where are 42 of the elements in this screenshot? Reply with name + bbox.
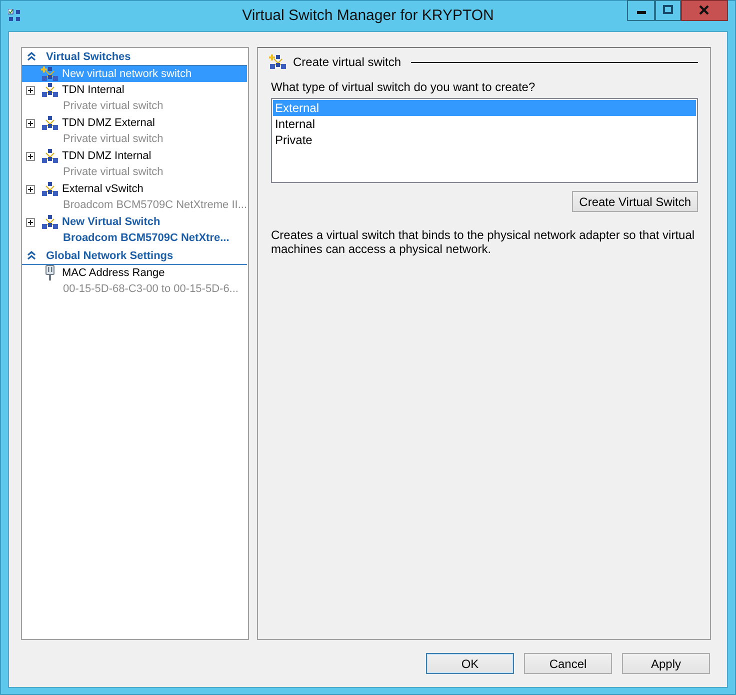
tree-item-detail: Private virtual switch (62, 99, 164, 114)
tree-item[interactable]: TDN DMZ Internal (61, 148, 152, 164)
tree-item[interactable]: New Virtual Switch (61, 214, 160, 230)
network-switch-add-icon (269, 54, 287, 70)
description-text: Creates a virtual switch that binds to the physical network adapter so that virtual machines can access a physical network. (271, 228, 696, 256)
network-switch-add-icon (41, 66, 59, 82)
network-switch-icon (41, 181, 59, 197)
tree-item-detail: 00-15-5D-68-C3-00 to 00-15-5D-6... (62, 282, 238, 297)
group-title: Create virtual switch (293, 55, 402, 69)
tree-item[interactable]: TDN DMZ External (61, 115, 155, 131)
collapse-icon[interactable] (27, 52, 36, 61)
tree-item[interactable]: TDN Internal (61, 82, 124, 98)
expand-icon[interactable] (26, 119, 35, 128)
expand-icon[interactable] (26, 218, 35, 227)
maximize-icon[interactable] (655, 0, 681, 21)
question-label: What type of virtual switch do you want to create? (271, 80, 536, 94)
tree-item-detail: Private virtual switch (62, 165, 164, 180)
dialog-button[interactable]: Apply (622, 653, 710, 674)
network-switch-icon (41, 82, 59, 98)
tree-item-detail: Broadcom BCM5709C NetXtre... (62, 231, 230, 246)
section-header: Global Network Settings (46, 250, 174, 262)
tree-item-detail: Private virtual switch (62, 132, 164, 147)
close-icon[interactable] (681, 0, 728, 21)
create-switch-button[interactable]: Create Virtual Switch (572, 191, 698, 212)
dialog-button[interactable]: OK (426, 653, 514, 674)
tree-item[interactable]: External vSwitch (61, 181, 144, 197)
tree-item-detail: Broadcom BCM5709C NetXtreme II... (62, 198, 248, 213)
expand-icon[interactable] (26, 152, 35, 161)
network-switch-icon (41, 148, 59, 164)
network-switch-icon (41, 115, 59, 131)
section-header: Virtual Switches (46, 50, 131, 62)
list-option[interactable]: Private (273, 132, 696, 148)
expand-icon[interactable] (26, 86, 35, 95)
list-option[interactable]: Internal (273, 116, 696, 132)
minimize-icon[interactable] (627, 0, 655, 21)
network-switch-icon (41, 214, 59, 230)
expand-icon[interactable] (26, 185, 35, 194)
window-title: Virtual Switch Manager for KRYPTON (242, 7, 494, 24)
tree-item[interactable]: MAC Address Range (61, 265, 165, 281)
collapse-icon[interactable] (27, 251, 36, 260)
dialog-button[interactable]: Cancel (524, 653, 612, 674)
app-icon (8, 9, 22, 23)
